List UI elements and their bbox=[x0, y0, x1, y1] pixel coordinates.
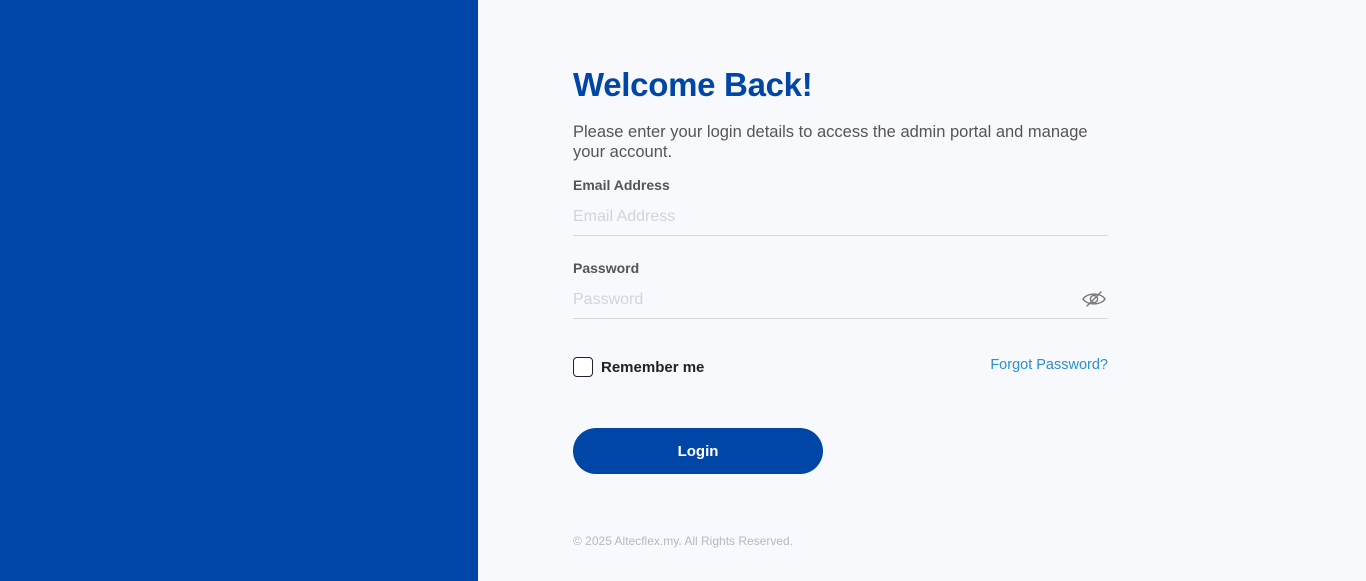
remember-me-toggle[interactable]: Remember me bbox=[573, 357, 704, 377]
password-label: Password bbox=[573, 260, 640, 276]
remember-me-label: Remember me bbox=[601, 358, 705, 376]
email-field-wrapper bbox=[573, 200, 1108, 236]
page-title: Welcome Back! bbox=[573, 66, 813, 103]
email-field[interactable] bbox=[573, 200, 1108, 234]
forgot-password-link[interactable]: Forgot Password? bbox=[990, 357, 1108, 373]
page-subtitle: Please enter your login details to acces… bbox=[573, 123, 1088, 161]
password-field[interactable] bbox=[573, 283, 1063, 317]
login-button[interactable]: Login bbox=[573, 428, 823, 474]
password-field-wrapper bbox=[573, 283, 1108, 319]
eye-slash-icon[interactable] bbox=[1081, 289, 1107, 309]
copyright-text: © 2025 Altecflex.my. All Rights Reserved… bbox=[573, 534, 794, 548]
remember-me-checkbox[interactable] bbox=[573, 357, 593, 377]
brand-panel bbox=[0, 0, 478, 581]
email-label: Email Address bbox=[573, 177, 670, 193]
